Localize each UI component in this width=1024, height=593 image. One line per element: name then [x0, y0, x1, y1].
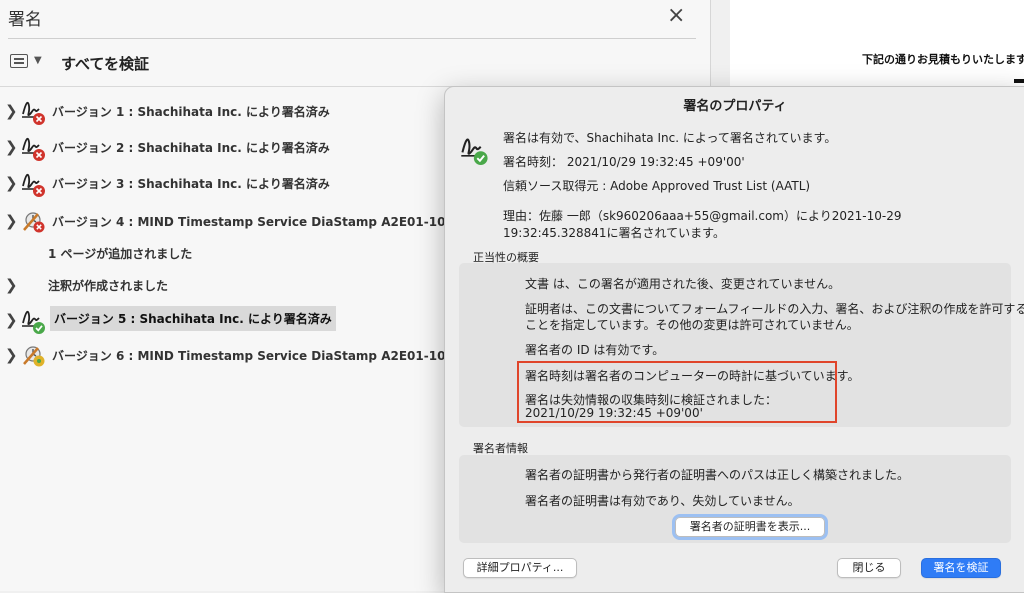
close-button[interactable]: 閉じる [837, 558, 901, 578]
signature-valid-icon [22, 310, 45, 334]
chevron-right-icon[interactable]: ❯ [5, 138, 18, 156]
signature-version-4[interactable]: ❯ バージョン 4 : MIND Timestamp Service DiaSt… [0, 206, 506, 238]
cert-valid-text: 署名者の証明書は有効であり、失効していません。 [525, 494, 800, 508]
signing-time-text: 署名時刻： 2021/10/29 19:32:45 +09'00' [503, 155, 745, 169]
divider [8, 38, 696, 39]
show-certificate-button[interactable]: 署名者の証明書を表示... [672, 514, 828, 540]
close-icon[interactable]: × [667, 3, 685, 28]
verify-signature-button[interactable]: 署名を検証 [921, 558, 1001, 578]
dialog-title: 署名のプロパティ [683, 99, 787, 114]
reason-text-line-2: 19:32:45.328841に署名されています。 [503, 226, 725, 240]
timestamp-unknown-icon [23, 346, 45, 367]
reason-text-line-1: 理由：佐藤 一郎（sk960206aaa+55@gmail.com）により202… [503, 209, 902, 223]
signer-info-heading: 署名者情報 [473, 442, 528, 455]
chevron-right-icon[interactable]: ❯ [5, 102, 18, 120]
signature-version-label: バージョン 1 : Shachihata Inc. により署名済み [52, 105, 330, 119]
signature-version-label: バージョン 6 : MIND Timestamp Service DiaStam… [52, 349, 506, 363]
signature-version-label: バージョン 5 : Shachihata Inc. により署名済み [50, 306, 336, 331]
page-added-item[interactable]: 1 ページが追加されました [0, 238, 460, 270]
signature-version-label: バージョン 4 : MIND Timestamp Service DiaStam… [52, 215, 506, 229]
highlight-frame [517, 361, 837, 423]
signature-version-2[interactable]: ❯ バージョン 2 : Shachihata Inc. により署名済み [0, 132, 460, 164]
annotation-created-item[interactable]: ❯ 注釈が作成されました [0, 270, 460, 302]
signature-version-1[interactable]: ❯ バージョン 1 : Shachihata Inc. により署名済み [0, 96, 460, 128]
panel-title: 署名 [8, 10, 42, 30]
document-text: 下記の通りお見積もりいたします [862, 53, 1024, 66]
chevron-right-icon[interactable]: ❯ [5, 212, 18, 230]
signature-invalid-icon [22, 137, 45, 161]
signature-invalid-icon [22, 101, 45, 125]
signature-version-label: バージョン 2 : Shachihata Inc. により署名済み [52, 141, 330, 155]
signature-properties-dialog: 署名のプロパティ 署名は有効で、Shachihata Inc. によって署名され… [444, 86, 1024, 593]
signature-version-6[interactable]: ❯ バージョン 6 : MIND Timestamp Service DiaSt… [0, 340, 506, 372]
signer-identity-text: 署名者の ID は有効です。 [525, 343, 665, 357]
chevron-right-icon[interactable]: ❯ [5, 174, 18, 192]
page-added-label: 1 ページが追加されました [48, 247, 193, 261]
timestamp-invalid-icon [23, 212, 45, 233]
signature-version-5[interactable]: ❯ バージョン 5 : Shachihata Inc. により署名済み [0, 305, 460, 337]
signature-status-text: 署名は有効で、Shachihata Inc. によって署名されています。 [503, 131, 837, 145]
chevron-down-icon[interactable]: ▼ [34, 55, 42, 66]
cert-path-text: 署名者の証明書から発行者の証明書へのパスは正しく構築されました。 [525, 468, 910, 482]
certifier-text-line-2: ことを指定しています。その他の変更は許可されていません。 [525, 318, 859, 332]
advanced-properties-button[interactable]: 詳細プロパティ... [463, 558, 577, 578]
signature-invalid-icon [22, 173, 45, 197]
document-mark [1014, 79, 1024, 83]
chevron-right-icon[interactable]: ❯ [5, 311, 18, 329]
document-unchanged-text: 文書 は、この署名が適用された後、変更されていません。 [525, 277, 841, 291]
options-menu-icon[interactable] [10, 54, 28, 68]
chevron-right-icon[interactable]: ❯ [5, 276, 18, 294]
trust-source-text: 信頼ソース取得元 : Adobe Approved Trust List (AA… [503, 179, 811, 193]
signature-version-3[interactable]: ❯ バージョン 3 : Shachihata Inc. により署名済み [0, 168, 460, 200]
signature-version-label: バージョン 3 : Shachihata Inc. により署名済み [52, 177, 330, 191]
signature-valid-icon [461, 138, 488, 165]
chevron-right-icon[interactable]: ❯ [5, 346, 18, 364]
document-page [730, 0, 1024, 86]
certifier-text-line-1: 証明者は、この文書についてフォームフィールドの入力、署名、および注釈の作成を許可… [525, 302, 1024, 316]
verify-all-button[interactable]: すべてを検証 [61, 53, 149, 74]
annotation-created-label: 注釈が作成されました [48, 279, 169, 293]
